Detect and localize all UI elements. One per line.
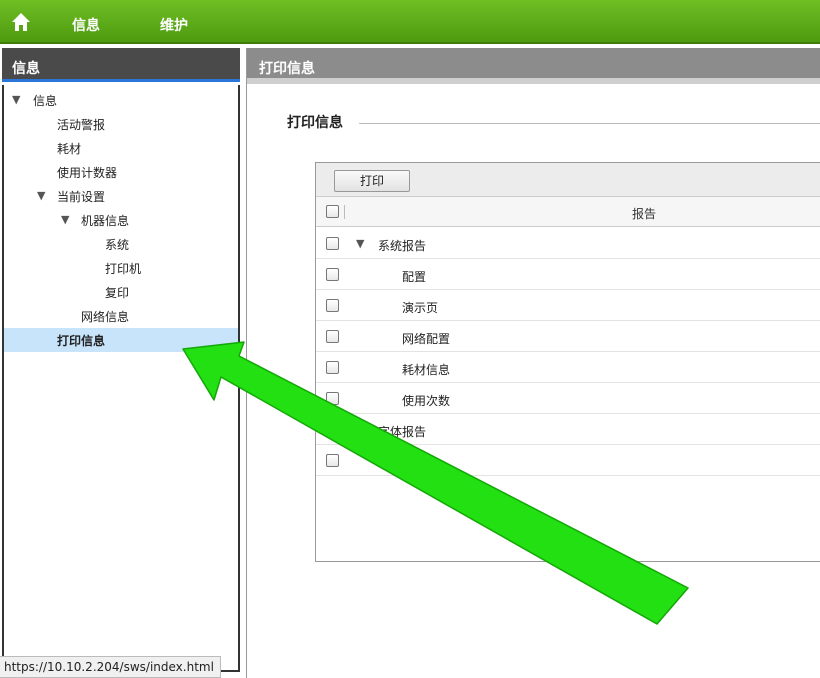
grid-header: 报告 (316, 197, 820, 227)
column-separator (344, 205, 345, 219)
home-button[interactable] (8, 9, 34, 35)
tree-item-label: 耗材 (57, 142, 82, 156)
table-row[interactable]: 网络配置 (316, 321, 820, 352)
table-row[interactable]: 字体 (316, 445, 820, 476)
table-row[interactable]: ▼ 系统报告 (316, 228, 820, 259)
tree-item-info[interactable]: ▼ 信息 (4, 88, 238, 112)
row-label: 配置 (402, 270, 427, 284)
section-title: 打印信息 (287, 115, 343, 131)
sidebar-tree: ▼ 信息 活动警报 耗材 使用计数器 ▼ 当前设置 ▼ 机器信息 系统 打印机 … (2, 85, 240, 672)
home-icon (12, 13, 30, 31)
expand-caret-icon[interactable]: ▼ (356, 423, 364, 436)
tree-item-network-info[interactable]: 网络信息 (4, 304, 238, 328)
tree-item-print-info[interactable]: 打印信息 (4, 328, 238, 352)
tree-item-printer[interactable]: 打印机 (4, 256, 238, 280)
sidebar: 信息 ▼ 信息 活动警报 耗材 使用计数器 ▼ 当前设置 ▼ 机器信息 系统 打… (0, 48, 242, 678)
row-checkbox[interactable] (326, 330, 339, 343)
expand-caret-icon[interactable]: ▼ (61, 213, 69, 226)
tree-item-copy[interactable]: 复印 (4, 280, 238, 304)
tree-item-label: 系统 (105, 238, 130, 252)
expand-caret-icon[interactable]: ▼ (37, 189, 45, 202)
tree-item-label: 使用计数器 (57, 166, 118, 180)
tree-item-machine-info[interactable]: ▼ 机器信息 (4, 208, 238, 232)
tree-item-label: 打印信息 (57, 334, 106, 348)
main-content: 打印信息 打印信息 打印 报告 ▼ 系统报告 配置 演示页 网络配置 耗材信息 … (246, 48, 820, 678)
table-row[interactable]: ▼ 字体报告 (316, 414, 820, 445)
row-checkbox[interactable] (326, 268, 339, 281)
tree-item-current-settings[interactable]: ▼ 当前设置 (4, 184, 238, 208)
tree-item-usage-counters[interactable]: 使用计数器 (4, 160, 238, 184)
report-panel: 打印 报告 ▼ 系统报告 配置 演示页 网络配置 耗材信息 使用次数 ▼ 字体报… (315, 162, 820, 562)
row-label: 耗材信息 (402, 363, 451, 377)
row-checkbox[interactable] (326, 237, 339, 250)
expand-caret-icon[interactable]: ▼ (12, 93, 20, 106)
nav-maintenance[interactable]: 维护 (160, 15, 188, 35)
column-header-report: 报告 (632, 207, 657, 221)
table-row[interactable]: 使用次数 (316, 383, 820, 414)
sidebar-title: 信息 (2, 48, 240, 82)
status-url: https://10.10.2.204/sws/index.html (0, 656, 221, 678)
row-checkbox[interactable] (326, 361, 339, 374)
table-row[interactable]: 演示页 (316, 290, 820, 321)
row-label: 字体 (402, 456, 427, 470)
nav-info[interactable]: 信息 (72, 15, 100, 35)
tree-item-label: 活动警报 (57, 118, 106, 132)
print-button[interactable]: 打印 (334, 170, 410, 192)
table-row[interactable]: 耗材信息 (316, 352, 820, 383)
row-checkbox[interactable] (326, 423, 339, 436)
expand-caret-icon[interactable]: ▼ (356, 237, 364, 250)
tree-item-label: 复印 (105, 286, 130, 300)
select-all-checkbox[interactable] (326, 205, 339, 218)
main-header-divider (247, 78, 820, 84)
tree-item-supplies[interactable]: 耗材 (4, 136, 238, 160)
tree-item-system[interactable]: 系统 (4, 232, 238, 256)
row-checkbox[interactable] (326, 392, 339, 405)
row-checkbox[interactable] (326, 299, 339, 312)
row-label: 系统报告 (378, 239, 427, 253)
main-title: 打印信息 (247, 48, 820, 78)
report-toolbar: 打印 (316, 163, 820, 197)
tree-item-label: 打印机 (105, 262, 142, 276)
tree-item-label: 信息 (33, 94, 58, 108)
row-label: 使用次数 (402, 394, 451, 408)
top-nav-bar: 信息 维护 (0, 0, 820, 44)
table-row[interactable]: 配置 (316, 259, 820, 290)
tree-item-label: 网络信息 (81, 310, 130, 324)
tree-item-active-alerts[interactable]: 活动警报 (4, 112, 238, 136)
tree-item-label: 当前设置 (57, 190, 106, 204)
tree-item-label: 机器信息 (81, 214, 130, 228)
section-divider (359, 123, 820, 124)
row-label: 字体报告 (378, 425, 427, 439)
row-label: 网络配置 (402, 332, 451, 346)
row-label: 演示页 (402, 301, 439, 315)
row-checkbox[interactable] (326, 454, 339, 467)
